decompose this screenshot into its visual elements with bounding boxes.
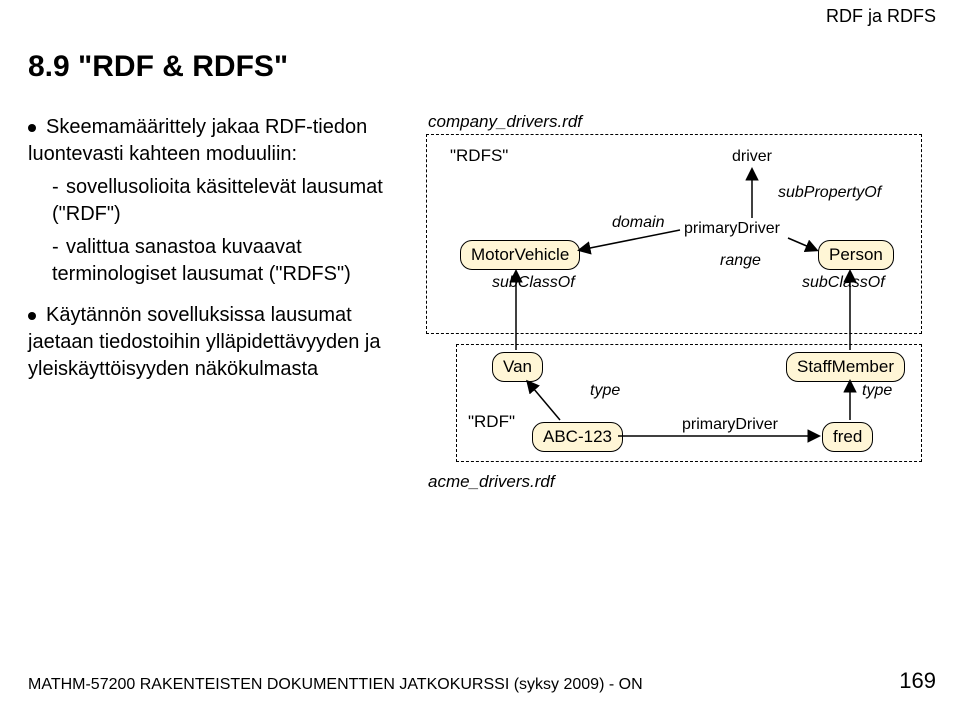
edge-type-left: type [590, 382, 620, 400]
file-top-label: company_drivers.rdf [428, 112, 582, 132]
node-staffmember: StaffMember [786, 352, 905, 382]
node-motorvehicle: MotorVehicle [460, 240, 580, 270]
bullet-2-text: Käytännön sovelluksissa lausumat jaetaan… [28, 304, 380, 380]
bullet-2: Käytännön sovelluksissa lausumat jaetaan… [28, 302, 408, 383]
edge-subclassof-right: subClassOf [802, 274, 885, 292]
bullet-1a-text: sovellusolioita käsittelevät lausumat ("… [52, 176, 383, 225]
dash-icon: - [52, 174, 66, 201]
edge-range: range [720, 252, 761, 270]
footer-text: MATHM-57200 RAKENTEISTEN DOKUMENTTIEN JA… [28, 676, 936, 694]
bullet-1b: -valittua sanastoa kuvaavat terminologis… [52, 234, 408, 288]
bullet-1a: -sovellusolioita käsittelevät lausumat (… [52, 174, 408, 228]
page-number: 169 [899, 668, 936, 694]
rdfs-label: "RDFS" [450, 146, 508, 166]
edge-domain: domain [612, 214, 664, 232]
bullet-dot-icon [28, 312, 36, 320]
file-bottom-label: acme_drivers.rdf [428, 472, 555, 492]
edge-subclassof-left: subClassOf [492, 274, 575, 292]
node-primarydriver-bot: primaryDriver [682, 416, 778, 434]
bullet-dot-icon [28, 124, 36, 132]
rdf-label: "RDF" [468, 412, 515, 432]
node-abc123: ABC-123 [532, 422, 623, 452]
node-van: Van [492, 352, 543, 382]
section-title: 8.9 "RDF & RDFS" [28, 50, 288, 84]
page-header: RDF ja RDFS [826, 6, 936, 27]
edge-subpropertyof: subPropertyOf [778, 184, 881, 202]
bullet-1-text: Skeemamäärittely jakaa RDF-tiedon luonte… [28, 116, 367, 165]
node-fred: fred [822, 422, 873, 452]
bullet-1b-text: valittua sanastoa kuvaavat terminologise… [52, 236, 351, 285]
left-column: Skeemamäärittely jakaa RDF-tiedon luonte… [28, 110, 408, 389]
node-primarydriver-top: primaryDriver [684, 220, 780, 238]
node-driver: driver [732, 148, 772, 166]
edge-type-right: type [862, 382, 892, 400]
dash-icon: - [52, 234, 66, 261]
node-person: Person [818, 240, 894, 270]
diagram: company_drivers.rdf "RDFS" "RDF" acme_dr… [420, 112, 930, 532]
bullet-1: Skeemamäärittely jakaa RDF-tiedon luonte… [28, 114, 408, 168]
